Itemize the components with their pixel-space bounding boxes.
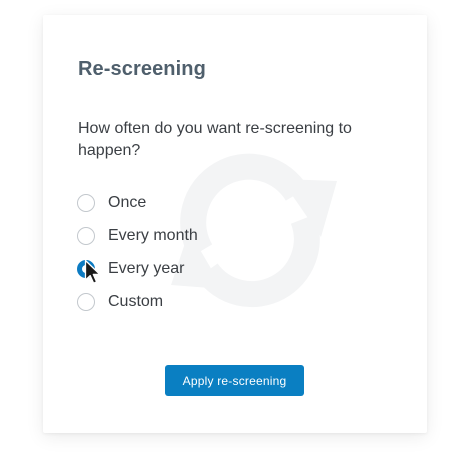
option-label: Once bbox=[108, 193, 147, 211]
mouse-pointer-icon bbox=[84, 259, 101, 284]
radio-once[interactable] bbox=[77, 193, 95, 212]
rescreening-card: Re-screening How often do you want re-sc… bbox=[43, 15, 427, 433]
radio-every-month[interactable] bbox=[77, 226, 95, 245]
option-custom[interactable]: Custom bbox=[77, 285, 198, 318]
option-every-year[interactable]: Every year bbox=[77, 252, 198, 285]
option-label: Custom bbox=[108, 292, 164, 310]
apply-rescreening-button[interactable]: Apply re-screening bbox=[165, 365, 304, 396]
question-text: How often do you want re-screening to ha… bbox=[78, 120, 352, 159]
dialog-title: Re-screening bbox=[78, 58, 206, 80]
option-label: Every month bbox=[108, 226, 198, 244]
option-once[interactable]: Once bbox=[77, 186, 198, 219]
option-every-month[interactable]: Every month bbox=[77, 219, 198, 252]
radio-custom[interactable] bbox=[77, 292, 95, 311]
option-label: Every year bbox=[108, 259, 185, 277]
frequency-options: Once Every month Every year Custom bbox=[77, 186, 198, 318]
